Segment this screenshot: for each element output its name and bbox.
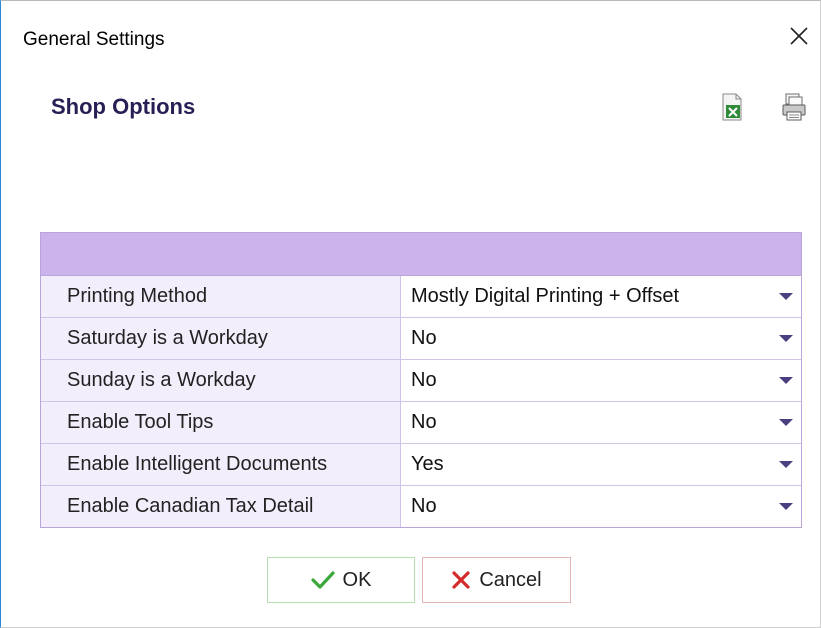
ok-button-label: OK [342, 568, 372, 591]
setting-dropdown-printing-method[interactable]: Mostly Digital Printing + Offset [401, 276, 801, 317]
grid-row: Saturday is a Workday No [41, 318, 801, 360]
setting-label: Printing Method [41, 276, 401, 317]
setting-value: No [411, 369, 437, 391]
window-title: General Settings [23, 29, 165, 50]
dropdown-arrow-icon [779, 335, 793, 342]
excel-export-button[interactable] [717, 91, 747, 123]
setting-value: No [411, 495, 437, 517]
grid-row: Enable Intelligent Documents Yes [41, 444, 801, 486]
setting-dropdown-saturday-workday[interactable]: No [401, 318, 801, 359]
setting-value: No [411, 327, 437, 349]
setting-dropdown-tool-tips[interactable]: No [401, 402, 801, 443]
cancel-button-label: Cancel [479, 568, 542, 591]
close-icon [790, 27, 808, 45]
setting-dropdown-canadian-tax[interactable]: No [401, 486, 801, 527]
grid-row: Enable Tool Tips No [41, 402, 801, 444]
grid-row: Printing Method Mostly Digital Printing … [41, 276, 801, 318]
setting-value: Yes [411, 453, 444, 475]
general-settings-dialog: General Settings Shop Options Printing M… [0, 0, 821, 628]
setting-dropdown-intelligent-documents[interactable]: Yes [401, 444, 801, 485]
cross-icon [452, 571, 470, 589]
setting-value: No [411, 411, 437, 433]
setting-label: Enable Intelligent Documents [41, 444, 401, 485]
dropdown-arrow-icon [779, 377, 793, 384]
dropdown-arrow-icon [779, 503, 793, 510]
dropdown-arrow-icon [779, 419, 793, 426]
panel-heading: Shop Options [51, 94, 196, 119]
checkmark-icon [310, 571, 335, 589]
close-button[interactable] [784, 21, 814, 51]
print-button[interactable] [779, 91, 809, 123]
excel-export-icon [722, 93, 742, 121]
print-icon [782, 93, 806, 121]
dropdown-arrow-icon [779, 461, 793, 468]
setting-value: Mostly Digital Printing + Offset [411, 285, 680, 307]
cancel-button[interactable]: Cancel [422, 557, 571, 603]
dropdown-arrow-icon [779, 293, 793, 300]
ok-button[interactable]: OK [267, 557, 415, 603]
grid-row: Enable Canadian Tax Detail No [41, 486, 801, 527]
setting-label: Sunday is a Workday [41, 360, 401, 401]
grid-header [41, 233, 801, 276]
setting-dropdown-sunday-workday[interactable]: No [401, 360, 801, 401]
setting-label: Enable Canadian Tax Detail [41, 486, 401, 527]
setting-label: Enable Tool Tips [41, 402, 401, 443]
grid-row: Sunday is a Workday No [41, 360, 801, 402]
setting-label: Saturday is a Workday [41, 318, 401, 359]
settings-grid: Printing Method Mostly Digital Printing … [40, 232, 802, 528]
